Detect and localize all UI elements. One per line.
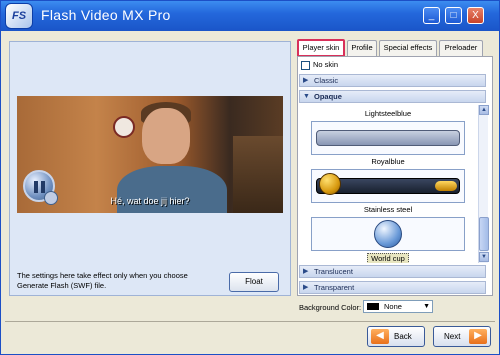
dropdown-arrow-icon: ▼	[423, 303, 430, 310]
player-control-icon[interactable]	[44, 191, 58, 205]
video-preview: Hé, wat doe jij hier?	[17, 96, 283, 213]
play-icon	[319, 173, 341, 195]
group-classic[interactable]: ▶ Classic	[299, 74, 486, 87]
float-button[interactable]: Float	[229, 272, 279, 292]
background-color-value: None	[384, 302, 402, 311]
pause-bar-left	[34, 181, 38, 193]
group-transparent[interactable]: ▶ Transparent	[299, 281, 486, 294]
tab-special-effects[interactable]: Special effects	[379, 40, 437, 56]
video-clock	[113, 116, 135, 138]
scroll-thumb[interactable]	[479, 217, 489, 251]
pause-bar-right	[41, 181, 45, 193]
skin-list: Lightsteelblue Royalblue Stainless steel…	[299, 105, 477, 263]
maximize-button[interactable]: □	[445, 7, 462, 24]
tab-player-skin[interactable]: Player skin	[297, 39, 345, 57]
expand-arrow-icon: ▶	[303, 77, 309, 84]
group-transparent-label: Transparent	[314, 283, 355, 292]
group-classic-label: Classic	[314, 76, 339, 85]
minimize-button[interactable]: _	[423, 7, 440, 24]
next-button[interactable]: Next ▶	[433, 326, 491, 347]
play-icon	[374, 220, 402, 248]
skin-name-stainless-steel[interactable]: Stainless steel	[299, 205, 477, 214]
volume-icon	[435, 181, 457, 191]
group-opaque[interactable]: ▼ Opaque	[299, 90, 486, 103]
lightsteelblue-player-bar	[316, 130, 460, 146]
close-button[interactable]: X	[467, 7, 484, 24]
royalblue-player-bar	[316, 173, 460, 195]
skin-name-lightsteelblue[interactable]: Lightsteelblue	[299, 109, 477, 118]
expand-arrow-icon: ▶	[303, 284, 309, 291]
skin-list-scrollbar[interactable]: ▲ ▼	[478, 105, 489, 263]
title-bar: FS Flash Video MX Pro _ □ X	[1, 1, 499, 31]
tab-preloader[interactable]: Preloader	[439, 40, 483, 56]
collapse-arrow-icon: ▼	[303, 93, 310, 100]
group-translucent[interactable]: ▶ Translucent	[299, 265, 486, 278]
footer-divider	[5, 321, 495, 322]
expand-arrow-icon: ▶	[303, 268, 309, 275]
window-title: Flash Video MX Pro	[41, 7, 171, 23]
scroll-down-icon[interactable]: ▼	[479, 252, 489, 262]
background-color-label: Background Color:	[299, 303, 362, 312]
skin-name-royalblue[interactable]: Royalblue	[299, 157, 477, 166]
video-person-face	[142, 108, 190, 164]
next-arrow-icon: ▶	[469, 329, 487, 344]
app-logo-icon: FS	[5, 3, 33, 29]
no-skin-checkbox[interactable]: No skin	[301, 60, 338, 70]
tab-profile[interactable]: Profile	[347, 40, 377, 56]
checkbox-icon[interactable]	[301, 60, 310, 70]
group-opaque-label: Opaque	[314, 92, 342, 101]
group-translucent-label: Translucent	[314, 267, 353, 276]
settings-note: The settings here take effect only when …	[17, 271, 188, 290]
next-label: Next	[444, 332, 461, 341]
skin-preview-royalblue[interactable]	[311, 169, 465, 203]
color-swatch	[367, 303, 379, 310]
back-label: Back	[394, 332, 412, 341]
skin-preview-lightsteelblue[interactable]	[311, 121, 465, 155]
back-button[interactable]: ◀ Back	[367, 326, 425, 347]
skin-preview-stainless-steel[interactable]	[311, 217, 465, 251]
scroll-up-icon[interactable]: ▲	[479, 105, 489, 115]
skin-name-world-cup[interactable]: World cup	[367, 253, 409, 263]
no-skin-label: No skin	[313, 60, 339, 69]
back-arrow-icon: ◀	[371, 329, 389, 344]
background-color-select[interactable]: None ▼	[363, 300, 433, 313]
app-window: FS Flash Video MX Pro _ □ X Hé, wat doe …	[0, 0, 500, 355]
